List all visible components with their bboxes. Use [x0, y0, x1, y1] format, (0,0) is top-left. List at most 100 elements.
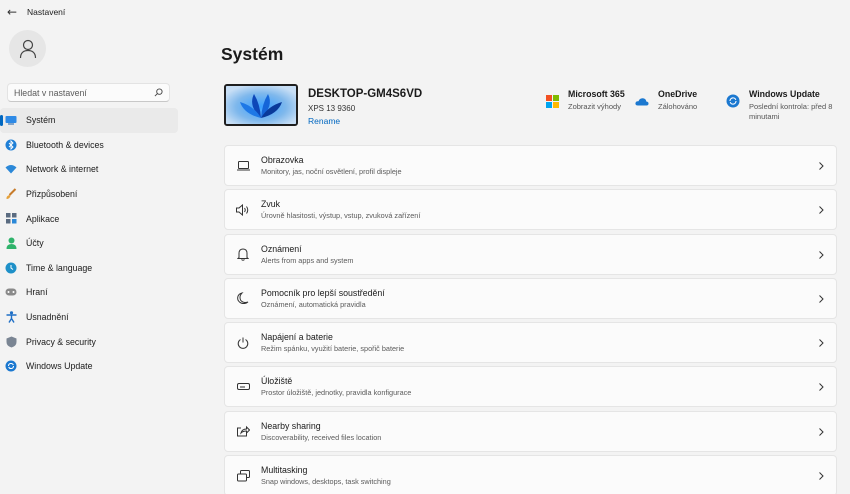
sidebar-item-label: Účty: [26, 238, 44, 249]
sidebar-item-accessibility[interactable]: Usnadnění: [0, 305, 178, 330]
share-icon: [236, 424, 250, 438]
card-title: Úložiště: [261, 376, 293, 387]
sidebar-item-bluetooth[interactable]: Bluetooth & devices: [0, 133, 178, 158]
storage-icon: [236, 380, 250, 394]
microsoft-logo-icon: [544, 93, 560, 109]
chevron-right-icon: [816, 160, 826, 172]
app-title: Nastavení: [27, 7, 66, 17]
quick-link-title: Windows Update: [749, 89, 820, 99]
quick-link-title: Microsoft 365: [568, 89, 625, 99]
system-icon: [5, 114, 17, 126]
card-title: Napájení a baterie: [261, 332, 333, 343]
accessibility-icon: [5, 311, 17, 323]
apps-icon: [5, 213, 17, 225]
brush-icon: [5, 188, 17, 200]
avatar[interactable]: [9, 30, 46, 67]
sidebar-item-apps[interactable]: Aplikace: [0, 206, 178, 231]
quick-link-subtitle: Poslední kontrola: před 8 minutami: [749, 102, 833, 121]
bell-icon: [236, 247, 250, 261]
sidebar-nav: Systém Bluetooth & devices Network & int…: [0, 108, 178, 379]
back-button[interactable]: ←: [1, 1, 23, 23]
selection-indicator: [0, 115, 3, 126]
card-subtitle: Prostor úložiště, jednotky, pravidla kon…: [261, 388, 412, 398]
shield-icon: [5, 336, 17, 348]
settings-card-sound[interactable]: Zvuk Úrovně hlasitosti, výstup, vstup, z…: [224, 189, 837, 231]
sidebar-item-privacy[interactable]: Privacy & security: [0, 329, 178, 354]
chevron-right-icon: [816, 337, 826, 349]
sidebar-item-label: Přizpůsobení: [26, 189, 78, 200]
moon-icon: [236, 291, 250, 305]
wallpaper-bloom-image: [226, 86, 296, 124]
card-subtitle: Alerts from apps and system: [261, 255, 354, 265]
device-info: DESKTOP-GM4S6VD XPS 13 9360 Rename: [224, 84, 422, 126]
search-box: [7, 83, 170, 102]
quick-link-title: OneDrive: [658, 89, 698, 99]
sidebar-item-label: Time & language: [26, 262, 93, 273]
device-name: DESKTOP-GM4S6VD: [308, 88, 423, 100]
card-subtitle: Discoverability, received files location: [261, 432, 382, 442]
sidebar-item-system[interactable]: Systém: [0, 108, 178, 133]
settings-card-multitasking[interactable]: Multitasking Snap windows, desktops, tas…: [224, 455, 837, 494]
onedrive-link[interactable]: OneDrive Zálohováno: [634, 89, 697, 112]
settings-card-display[interactable]: Obrazovka Monitory, jas, noční osvětlení…: [224, 145, 837, 186]
settings-card-power[interactable]: Napájení a baterie Režim spánku, využití…: [224, 322, 837, 364]
card-title: Nearby sharing: [261, 420, 321, 431]
onedrive-cloud-icon: [634, 93, 650, 109]
microsoft-365-link[interactable]: Microsoft 365 Zobrazit výhody: [544, 89, 625, 112]
settings-card-notifications[interactable]: Oznámení Alerts from apps and system: [224, 233, 837, 275]
sidebar-item-time-language[interactable]: Time & language: [0, 256, 178, 281]
card-subtitle: Monitory, jas, noční osvětlení, profil d…: [261, 167, 402, 176]
settings-card-nearby-sharing[interactable]: Nearby sharing Discoverability, received…: [224, 410, 837, 452]
chevron-right-icon: [816, 204, 826, 216]
quick-link-subtitle: Zálohováno: [658, 102, 698, 111]
sidebar-item-label: Bluetooth & devices: [26, 139, 104, 150]
chevron-right-icon: [816, 293, 826, 305]
sidebar-item-label: Aplikace: [26, 213, 60, 224]
power-icon: [236, 336, 250, 350]
rename-link[interactable]: Rename: [308, 116, 422, 126]
card-subtitle: Režim spánku, využití baterie, spořič ba…: [261, 344, 405, 354]
card-subtitle: Snap windows, desktops, task switching: [261, 477, 391, 487]
multitasking-icon: [236, 469, 250, 483]
update-icon: [5, 360, 17, 372]
settings-card-focus-assist[interactable]: Pomocník pro lepší soustředění Oznámení,…: [224, 277, 837, 319]
sidebar-item-label: Windows Update: [26, 361, 93, 372]
sidebar-item-windows-update[interactable]: Windows Update: [0, 354, 178, 379]
search-input[interactable]: [8, 87, 151, 98]
card-subtitle: Úrovně hlasitosti, výstup, vstup, zvukov…: [261, 211, 421, 221]
sidebar-item-label: Usnadnění: [26, 312, 69, 323]
account-icon: [5, 237, 17, 250]
title-bar: ← Nastavení: [0, 0, 850, 24]
quick-link-subtitle: Zobrazit výhody: [568, 102, 621, 111]
settings-card-storage[interactable]: Úložiště Prostor úložiště, jednotky, pra…: [224, 366, 837, 408]
sidebar-item-label: Hraní: [26, 287, 48, 298]
bluetooth-icon: [5, 139, 17, 151]
card-title: Oznámení: [261, 243, 302, 254]
sidebar-item-label: Privacy & security: [26, 336, 96, 347]
device-model: XPS 13 9360: [308, 104, 356, 113]
settings-list: Obrazovka Monitory, jas, noční osvětlení…: [224, 145, 837, 494]
chevron-right-icon: [816, 470, 826, 482]
windows-update-icon: [725, 93, 741, 109]
sidebar-item-personalization[interactable]: Přizpůsobení: [0, 182, 178, 207]
device-thumbnail: [224, 84, 298, 126]
user-icon: [19, 39, 36, 58]
chevron-right-icon: [816, 249, 826, 261]
sidebar-item-accounts[interactable]: Účty: [0, 231, 178, 256]
windows-update-link[interactable]: Windows Update Poslední kontrola: před 8…: [725, 89, 840, 122]
arrow-left-icon: ←: [6, 5, 18, 19]
gamepad-icon: [5, 286, 17, 298]
speaker-icon: [236, 203, 250, 217]
card-title: Multitasking: [261, 465, 308, 476]
sidebar-item-network[interactable]: Network & internet: [0, 157, 178, 182]
search-icon[interactable]: [151, 86, 165, 100]
card-title: Obrazovka: [261, 155, 304, 165]
globe-clock-icon: [5, 262, 17, 274]
wifi-icon: [5, 163, 17, 175]
chevron-right-icon: [816, 426, 826, 438]
sidebar-item-gaming[interactable]: Hraní: [0, 280, 178, 305]
sidebar-item-label: Network & internet: [26, 164, 99, 175]
card-subtitle: Oznámení, automatická pravidla: [261, 299, 366, 309]
sidebar-item-label: Systém: [26, 115, 56, 126]
chevron-right-icon: [816, 381, 826, 393]
